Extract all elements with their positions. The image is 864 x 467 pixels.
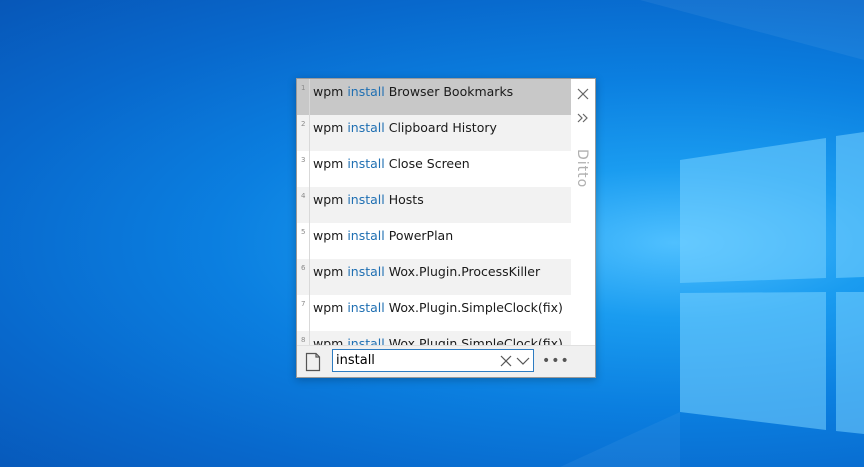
side-panel: Ditto (571, 79, 595, 345)
item-number: 8 (301, 336, 306, 344)
list-item[interactable]: 3 wpm install Close Screen (297, 151, 571, 187)
item-number: 7 (301, 300, 306, 308)
item-number: 5 (301, 228, 306, 236)
item-number: 2 (301, 120, 306, 128)
list-item[interactable]: 4 wpm install Hosts (297, 187, 571, 223)
item-text: wpm install Wox.Plugin.ProcessKiller (313, 264, 541, 279)
item-number: 4 (301, 192, 306, 200)
clear-icon[interactable] (500, 355, 512, 367)
item-text: wpm install Hosts (313, 192, 424, 207)
double-chevron-right-icon[interactable] (576, 111, 590, 125)
clip-list: 1 wpm install Browser Bookmarks 2 wpm in… (297, 79, 571, 345)
ditto-window: 1 wpm install Browser Bookmarks 2 wpm in… (296, 78, 596, 378)
item-text: wpm install Wox.Plugin.SimpleClock(fix) (313, 300, 563, 315)
search-input[interactable] (336, 351, 496, 369)
list-item[interactable]: 7 wpm install Wox.Plugin.SimpleClock(fix… (297, 295, 571, 331)
item-number: 1 (301, 84, 306, 92)
clip-document-icon[interactable] (305, 352, 321, 372)
list-item[interactable]: 8 wpm install Wox.Plugin.SimpleClock(fix… (297, 331, 571, 345)
item-text: wpm install Wox.Plugin.SimpleClock(fix) (313, 336, 563, 345)
list-item[interactable]: 2 wpm install Clipboard History (297, 115, 571, 151)
item-text: wpm install Clipboard History (313, 120, 497, 135)
list-item[interactable]: 5 wpm install PowerPlan (297, 223, 571, 259)
item-number: 6 (301, 264, 306, 272)
list-item[interactable]: 1 wpm install Browser Bookmarks (297, 79, 571, 115)
chevron-down-icon[interactable] (516, 356, 530, 366)
item-text: wpm install Close Screen (313, 156, 470, 171)
ditto-side-label: Ditto (574, 149, 590, 189)
search-box (332, 349, 534, 372)
item-text: wpm install Browser Bookmarks (313, 84, 514, 99)
item-number: 3 (301, 156, 306, 164)
list-item[interactable]: 6 wpm install Wox.Plugin.ProcessKiller (297, 259, 571, 295)
item-text: wpm install PowerPlan (313, 228, 454, 243)
search-bar: ••• (297, 345, 595, 377)
close-icon[interactable] (576, 87, 590, 101)
more-options-button[interactable]: ••• (542, 352, 569, 370)
number-column-divider (309, 79, 310, 345)
